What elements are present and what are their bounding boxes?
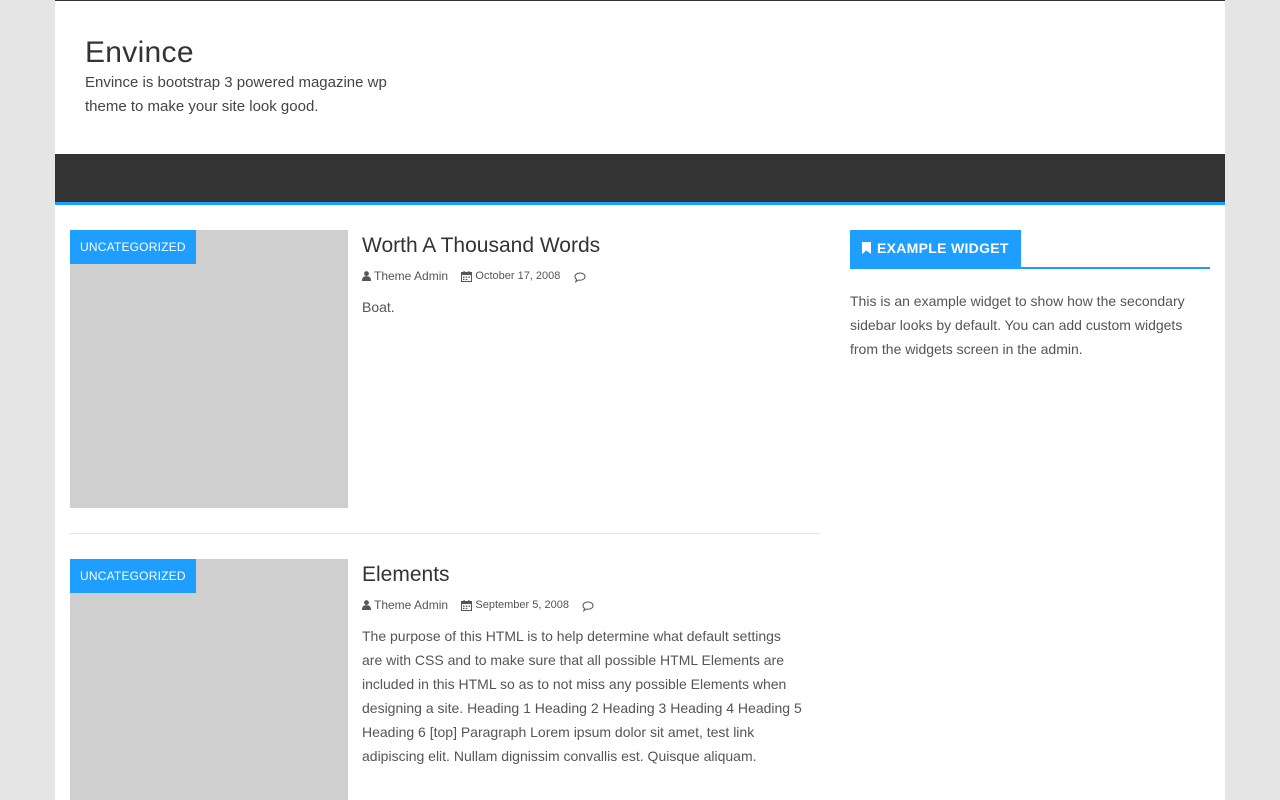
calendar-icon — [461, 599, 473, 611]
post-item: UNCATEGORIZED Elements Theme Admin Septe… — [70, 559, 820, 800]
widget-title-bar: EXAMPLE WIDGET — [850, 230, 1210, 269]
post-date-link[interactable]: October 17, 2008 — [475, 270, 560, 282]
bookmark-icon — [862, 242, 871, 255]
example-widget: EXAMPLE WIDGET This is an example widget… — [850, 230, 1210, 361]
post-item: UNCATEGORIZED Worth A Thousand Words The… — [70, 230, 820, 534]
post-excerpt: The purpose of this HTML is to help dete… — [362, 628, 802, 764]
user-icon — [362, 271, 371, 282]
category-badge[interactable]: UNCATEGORIZED — [70, 230, 196, 264]
page-container: Envince Envince is bootstrap 3 powered m… — [55, 0, 1225, 800]
comments-link[interactable] — [574, 269, 589, 283]
comment-icon — [574, 272, 586, 283]
secondary-sidebar: EXAMPLE WIDGET This is an example widget… — [850, 230, 1210, 361]
post-thumbnail[interactable] — [70, 559, 348, 800]
post-author-link[interactable]: Theme Admin — [374, 598, 448, 612]
site-title[interactable]: Envince — [85, 35, 415, 71]
comment-icon — [582, 601, 594, 612]
site-header: Envince Envince is bootstrap 3 powered m… — [85, 35, 415, 119]
widget-title: EXAMPLE WIDGET — [850, 230, 1021, 267]
post-body: Elements Theme Admin September 5, 2008 T… — [362, 559, 802, 768]
category-badge[interactable]: UNCATEGORIZED — [70, 559, 196, 593]
main-navigation — [55, 154, 1225, 205]
post-excerpt: Boat. — [362, 299, 395, 315]
post-thumbnail[interactable] — [70, 230, 348, 508]
post-body: Worth A Thousand Words Theme Admin Octob… — [362, 230, 802, 319]
post-title[interactable]: Elements — [362, 560, 802, 590]
widget-text: This is an example widget to show how th… — [850, 293, 1185, 357]
post-meta: Theme Admin September 5, 2008 — [362, 596, 802, 612]
calendar-icon — [461, 270, 473, 282]
widget-title-text: EXAMPLE WIDGET — [877, 240, 1009, 256]
comments-link[interactable] — [582, 598, 597, 612]
post-author-link[interactable]: Theme Admin — [374, 269, 448, 283]
site-description: Envince is bootstrap 3 powered magazine … — [85, 74, 387, 115]
user-icon — [362, 600, 371, 611]
post-title[interactable]: Worth A Thousand Words — [362, 231, 802, 261]
post-date-link[interactable]: September 5, 2008 — [475, 599, 569, 611]
post-meta: Theme Admin October 17, 2008 — [362, 267, 802, 283]
